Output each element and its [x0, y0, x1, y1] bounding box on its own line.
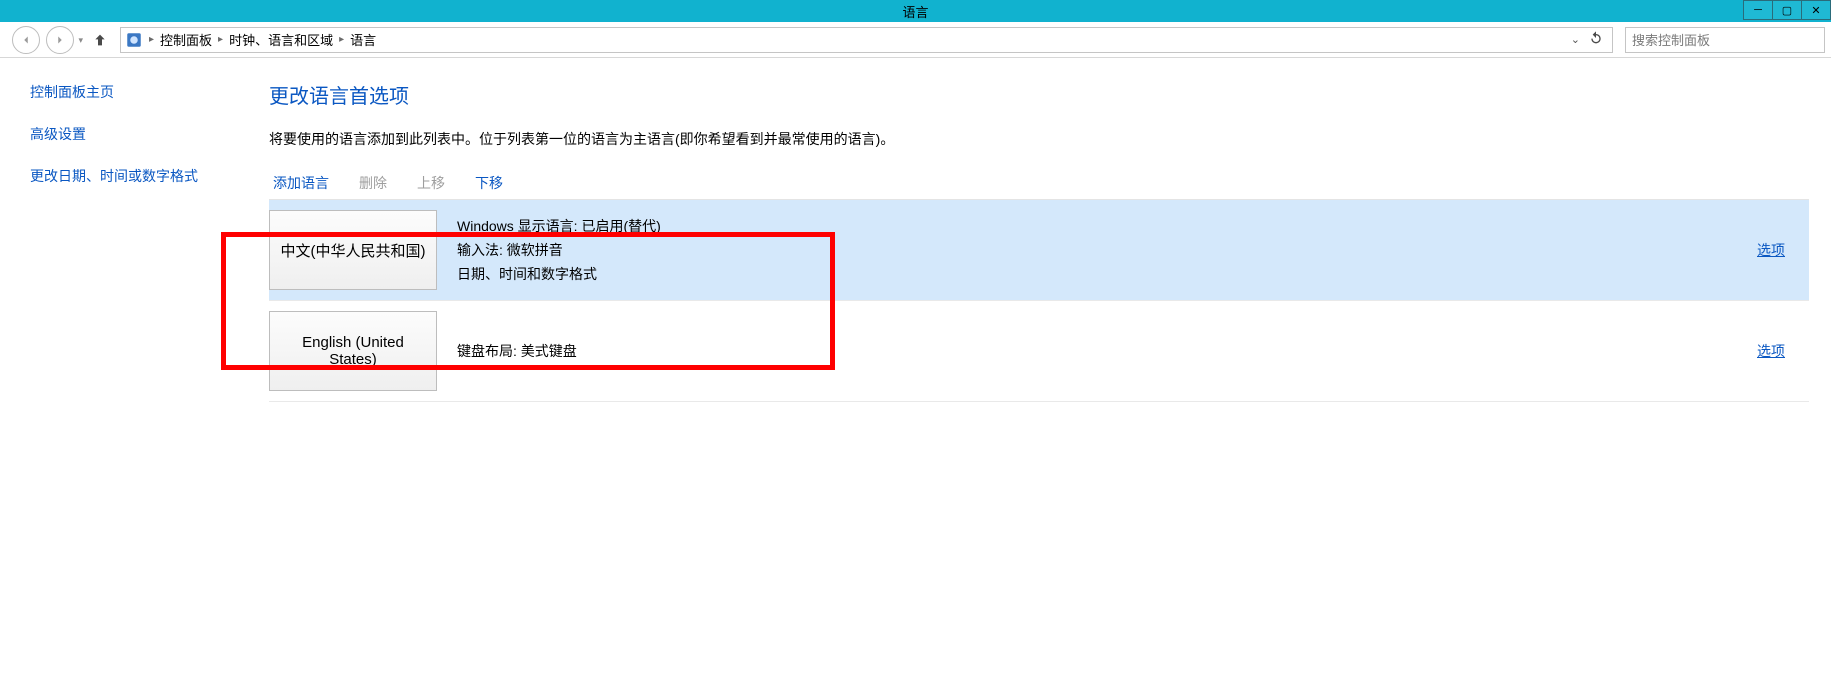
address-bar[interactable]: ▸ 控制面板 ▸ 时钟、语言和区域 ▸ 语言 ⌄: [120, 27, 1613, 53]
breadcrumb-mid[interactable]: 时钟、语言和区域: [229, 30, 333, 49]
control-panel-icon: [125, 31, 143, 49]
sidebar-link-dateformat[interactable]: 更改日期、时间或数字格式: [30, 166, 235, 186]
back-button[interactable]: [12, 26, 40, 54]
page-description: 将要使用的语言添加到此列表中。位于列表第一位的语言为主语言(即你希望看到并最常使…: [269, 129, 1809, 149]
history-dropdown-icon[interactable]: ▾: [78, 35, 83, 46]
breadcrumb-leaf[interactable]: 语言: [350, 30, 376, 49]
language-tile: English (United States): [269, 311, 437, 391]
language-item-en-us[interactable]: English (United States) 键盘布局: 美式键盘 选项: [269, 301, 1809, 402]
language-options-link[interactable]: 选项: [1757, 240, 1785, 260]
language-detail-line: 日期、时间和数字格式: [457, 264, 661, 284]
breadcrumb-separator-icon: ▸: [337, 34, 346, 45]
close-button[interactable]: ✕: [1801, 0, 1831, 20]
language-options-link[interactable]: 选项: [1757, 341, 1785, 361]
arrow-right-icon: [53, 33, 67, 47]
content-area: 控制面板主页 高级设置 更改日期、时间或数字格式 更改语言首选项 将要使用的语言…: [0, 58, 1831, 682]
language-details: Windows 显示语言: 已启用(替代) 输入法: 微软拼音 日期、时间和数字…: [457, 210, 661, 290]
breadcrumb-separator-icon: ▸: [216, 34, 225, 45]
navigation-bar: ▾ ▸ 控制面板 ▸ 时钟、语言和区域 ▸ 语言 ⌄ 搜索控制面板: [0, 22, 1831, 58]
search-placeholder: 搜索控制面板: [1632, 30, 1710, 49]
language-detail-line: 输入法: 微软拼音: [457, 240, 661, 260]
sidebar-link-advanced[interactable]: 高级设置: [30, 124, 235, 144]
main-panel: 更改语言首选项 将要使用的语言添加到此列表中。位于列表第一位的语言为主语言(即你…: [235, 58, 1831, 682]
breadcrumb-separator-icon: ▸: [147, 34, 156, 45]
address-dropdown-icon[interactable]: ⌄: [1571, 33, 1580, 46]
window-titlebar: 语言 ─ ▢ ✕: [0, 0, 1831, 22]
up-button[interactable]: [90, 32, 110, 48]
page-title: 更改语言首选项: [269, 80, 1809, 109]
window-title: 语言: [902, 2, 928, 21]
refresh-button[interactable]: [1588, 30, 1604, 49]
arrow-left-icon: [19, 33, 33, 47]
sidebar: 控制面板主页 高级设置 更改日期、时间或数字格式: [0, 58, 235, 682]
sidebar-link-home[interactable]: 控制面板主页: [30, 82, 235, 102]
language-detail-line: Windows 显示语言: 已启用(替代): [457, 216, 661, 236]
forward-button[interactable]: ▾: [46, 26, 74, 54]
language-details: 键盘布局: 美式键盘: [457, 311, 577, 391]
language-item-zh-cn[interactable]: 中文(中华人民共和国) Windows 显示语言: 已启用(替代) 输入法: 微…: [269, 200, 1809, 301]
breadcrumb-root[interactable]: 控制面板: [160, 30, 212, 49]
window-controls: ─ ▢ ✕: [1744, 0, 1831, 22]
language-detail-line: 键盘布局: 美式键盘: [457, 341, 577, 361]
address-bar-right: ⌄: [1571, 30, 1608, 49]
action-remove: 删除: [359, 173, 387, 193]
refresh-icon: [1588, 30, 1604, 46]
action-bar: 添加语言 删除 上移 下移: [269, 173, 1809, 193]
search-input[interactable]: 搜索控制面板: [1625, 27, 1825, 53]
action-add-language[interactable]: 添加语言: [273, 173, 329, 193]
arrow-up-icon: [92, 32, 108, 48]
maximize-button[interactable]: ▢: [1772, 0, 1802, 20]
action-move-up: 上移: [417, 173, 445, 193]
minimize-button[interactable]: ─: [1743, 0, 1773, 20]
language-tile: 中文(中华人民共和国): [269, 210, 437, 290]
language-list: 中文(中华人民共和国) Windows 显示语言: 已启用(替代) 输入法: 微…: [269, 199, 1809, 402]
action-move-down[interactable]: 下移: [475, 173, 503, 193]
